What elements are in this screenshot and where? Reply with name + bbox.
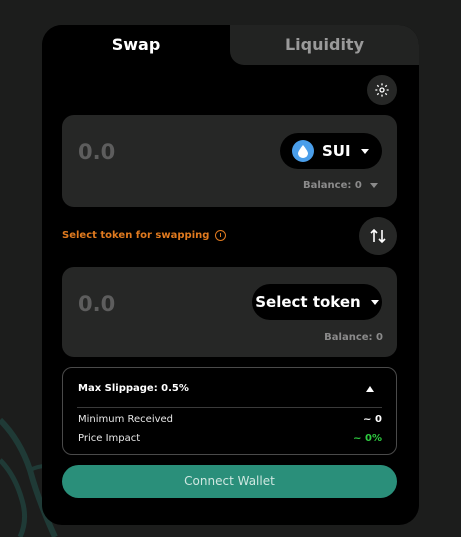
chevron-down-icon	[360, 148, 369, 154]
to-token-label: Select token	[255, 293, 361, 311]
chevron-up-icon[interactable]	[366, 386, 374, 392]
from-amount-input[interactable]: 0.0	[78, 140, 115, 164]
from-balance[interactable]: Balance: 0	[303, 180, 378, 191]
min-received-value: ~ 0	[363, 414, 382, 425]
min-received-row: Minimum Received ~ 0	[78, 414, 382, 425]
token-warning-text: Select token for swapping	[62, 230, 210, 241]
swap-info-box: Max Slippage: 0.5% Minimum Received ~ 0 …	[62, 367, 397, 455]
to-balance: Balance: 0	[324, 332, 383, 343]
to-amount-input[interactable]: 0.0	[78, 292, 115, 316]
swap-direction-button[interactable]	[359, 217, 397, 255]
price-impact-label: Price Impact	[78, 433, 141, 444]
tab-bar: Swap Liquidity	[42, 25, 419, 65]
max-slippage-label[interactable]: Max Slippage: 0.5%	[78, 383, 189, 394]
min-received-label: Minimum Received	[78, 414, 174, 425]
connect-wallet-button[interactable]: Connect Wallet	[62, 465, 397, 498]
settings-gear-icon	[375, 83, 389, 97]
tab-swap[interactable]: Swap	[42, 25, 230, 65]
token-warning: Select token for swapping	[62, 230, 227, 241]
to-token-selector[interactable]: Select token	[252, 284, 382, 320]
to-token-panel: 0.0 Select token Balance: 0	[62, 267, 397, 357]
divider	[77, 407, 382, 408]
from-balance-text: Balance: 0	[303, 180, 362, 191]
from-token-symbol: SUI	[322, 142, 351, 160]
from-token-selector[interactable]: SUI	[280, 133, 382, 169]
swap-direction-icon	[370, 228, 386, 244]
swap-card: Swap Liquidity 0.0 SUI Balance: 0 Select…	[42, 25, 419, 525]
price-impact-value: ~ 0%	[353, 433, 382, 444]
settings-button[interactable]	[367, 75, 397, 105]
chevron-down-icon	[370, 299, 379, 305]
from-token-panel: 0.0 SUI Balance: 0	[62, 115, 397, 207]
info-circle-icon	[215, 230, 227, 241]
tab-liquidity[interactable]: Liquidity	[230, 25, 419, 65]
chevron-down-icon	[369, 183, 378, 188]
price-impact-row: Price Impact ~ 0%	[78, 433, 382, 444]
sui-droplet-icon	[292, 140, 314, 162]
